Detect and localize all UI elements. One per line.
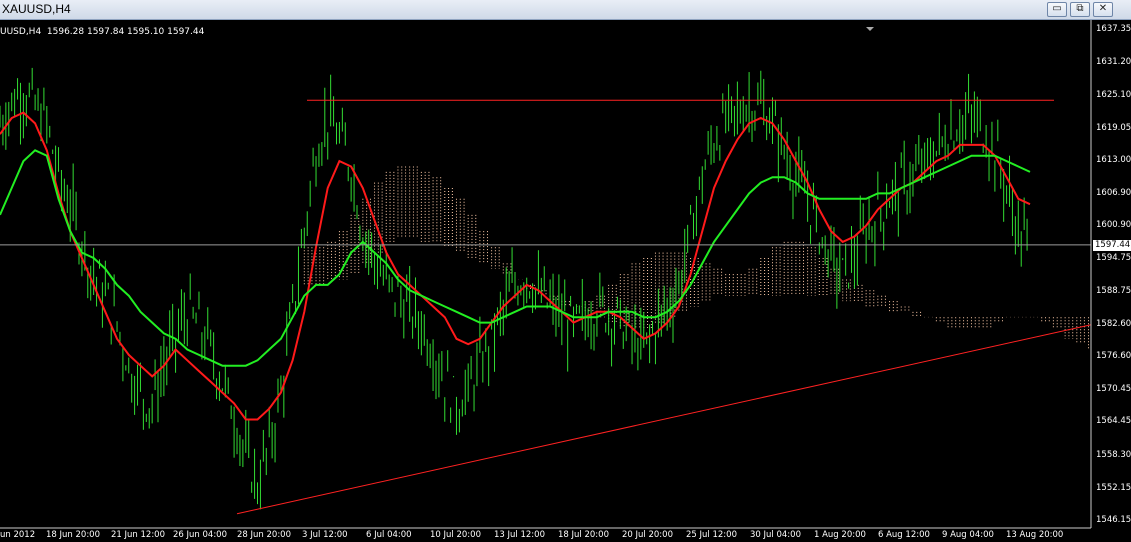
price-chart[interactable]: [0, 0, 1131, 542]
time-tick-label: 26 Jun 04:00: [173, 530, 227, 540]
time-tick-label: 13 Aug 20:00: [1006, 530, 1064, 540]
time-tick-label: 25 Jul 12:00: [686, 530, 737, 540]
time-tick-label: 18 Jun 20:00: [46, 530, 100, 540]
time-tick-label: un 2012: [0, 530, 36, 540]
symbol-info: UUSD,H4 1596.28 1597.84 1595.10 1597.44: [0, 27, 205, 37]
price-tick-label: 1552.15: [1096, 482, 1131, 493]
price-tick-label: 1582.60: [1096, 318, 1131, 329]
kijun-line: [0, 111, 1031, 421]
shift-marker-icon[interactable]: [866, 27, 874, 31]
price-tick-label: 1625.10: [1096, 89, 1131, 100]
time-tick-label: 20 Jul 20:00: [622, 530, 673, 540]
indicator-lines: [0, 111, 1031, 421]
ichimoku-cloud: [303, 166, 1090, 350]
price-tick-label: 1631.20: [1096, 57, 1131, 68]
price-tick-label: 1570.45: [1096, 384, 1131, 395]
price-tick-label: 1558.30: [1096, 449, 1131, 460]
time-tick-label: 21 Jun 12:00: [111, 530, 165, 540]
price-bars: [0, 67, 1028, 510]
price-tick-label: 1588.75: [1096, 285, 1131, 296]
time-tick-label: 30 Jul 04:00: [750, 530, 801, 540]
price-tick-label: 1546.15: [1096, 515, 1131, 525]
time-tick-label: 18 Jul 20:00: [558, 530, 609, 540]
price-tick-label: 1576.60: [1096, 351, 1131, 362]
time-tick-label: 13 Jul 12:00: [494, 530, 545, 540]
support-trendline: [236, 324, 1092, 515]
time-tick-label: 3 Jul 12:00: [302, 530, 348, 540]
time-tick-label: 6 Aug 12:00: [878, 530, 930, 540]
price-tick-label: 1613.00: [1096, 155, 1131, 166]
senkou-line: [0, 149, 1031, 367]
price-tick-label: 1637.35: [1096, 24, 1131, 34]
price-tick-label: 1606.90: [1096, 187, 1131, 198]
price-tick-label: 1594.75: [1096, 253, 1131, 264]
time-tick-label: 28 Jun 20:00: [237, 530, 291, 540]
time-tick-label: 6 Jul 04:00: [366, 530, 412, 540]
time-tick-label: 1 Aug 20:00: [814, 530, 866, 540]
price-tick-label: 1564.45: [1096, 416, 1131, 427]
time-tick-label: 10 Jul 20:00: [430, 530, 481, 540]
price-tick-label: 1600.90: [1096, 220, 1131, 231]
current-price-label: 1597.44: [1093, 240, 1131, 251]
time-tick-label: 9 Aug 04:00: [942, 530, 994, 540]
price-tick-label: 1619.05: [1096, 122, 1131, 133]
